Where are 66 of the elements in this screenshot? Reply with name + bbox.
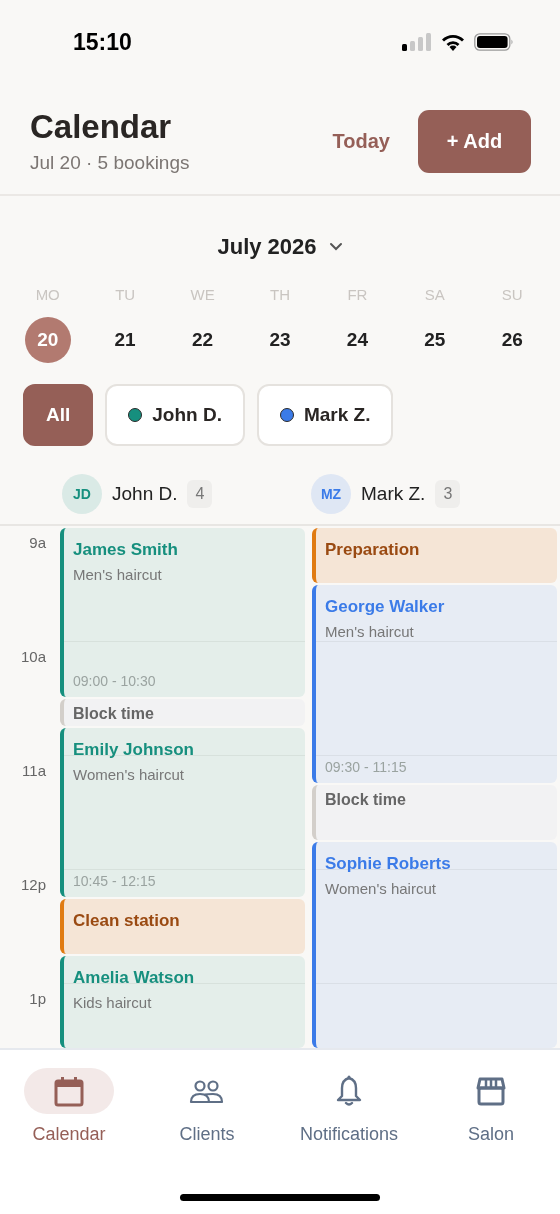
date-button[interactable]: 20 — [24, 317, 71, 363]
client-name: Sophie Roberts — [325, 853, 452, 874]
date-button[interactable]: 24 — [334, 317, 381, 363]
calendar-event[interactable]: George Walker Men's haircut 09:30 - 11:15 — [312, 585, 557, 783]
service-name: Men's haircut — [73, 566, 163, 583]
calendar-event[interactable]: Clean station — [60, 898, 305, 954]
signal-icon — [402, 33, 432, 51]
store-icon — [475, 1076, 507, 1106]
date-button[interactable]: 25 — [411, 317, 458, 363]
chip-label: John D. — [152, 404, 222, 426]
staff-avatar: MZ — [311, 474, 351, 514]
client-name: Amelia Watson — [73, 967, 196, 988]
tab[interactable]: Notifications — [299, 1068, 398, 1145]
month-picker[interactable]: July 2026 — [213, 230, 347, 264]
calendar-event[interactable]: Block time — [312, 784, 557, 840]
staff-filter-chip[interactable]: Mark Z. — [256, 384, 394, 446]
battery-icon — [474, 33, 514, 51]
hour-label: 1p — [29, 990, 46, 1007]
tab[interactable]: Clients — [161, 1068, 252, 1145]
today-button[interactable]: Today — [320, 119, 402, 163]
client-name: James Smith — [73, 540, 179, 560]
staff-name: Mark Z. — [361, 483, 426, 505]
chip-label: Mark Z. — [303, 404, 371, 426]
date-button[interactable]: 26 — [489, 317, 536, 363]
page-subtitle: Jul 20 · 5 bookings — [30, 152, 191, 174]
date-button[interactable]: 22 — [179, 317, 226, 363]
calendar-icon — [52, 1074, 86, 1108]
add-button[interactable]: + Add — [418, 109, 531, 173]
service-name: Men's haircut — [325, 623, 415, 640]
service-name: Women's haircut — [73, 765, 185, 783]
staff-name: John D. — [112, 483, 178, 505]
status-time: 15:10 — [73, 28, 132, 56]
wifi-icon — [441, 33, 465, 51]
calendar-event[interactable]: Block time — [60, 699, 305, 726]
event-title: Clean station — [73, 910, 181, 931]
staff-filter-chip[interactable]: All — [23, 384, 94, 446]
service-name: Kids haircut — [73, 993, 153, 1011]
event-time: 09:00 - 10:30 — [73, 673, 157, 689]
staff-filter-chip[interactable]: John D. — [105, 384, 245, 446]
service-name: Women's haircut — [325, 879, 437, 897]
hour-label: 11a — [22, 762, 46, 779]
chip-label: All — [46, 404, 71, 426]
page-title: Calendar — [30, 108, 173, 146]
date-button[interactable]: 23 — [257, 317, 303, 363]
client-name: George Walker — [325, 597, 446, 617]
date-button[interactable]: 21 — [102, 317, 149, 363]
event-time: 10:45 - 12:15 — [73, 872, 157, 889]
hour-label: 12p — [20, 876, 46, 893]
event-time: 09:30 - 11:15 — [325, 758, 408, 775]
chevron-down-icon — [328, 242, 343, 252]
staff-avatar: JD — [62, 474, 102, 514]
booking-count: 4 — [187, 480, 213, 508]
hour-label: 9a — [29, 534, 46, 551]
hour-label: 10a — [20, 648, 46, 665]
event-title: Block time — [325, 790, 407, 809]
calendar-event[interactable]: Preparation — [312, 528, 557, 583]
booking-count: 3 — [435, 480, 461, 508]
event-title: Block time — [73, 705, 155, 723]
calendar-event[interactable]: Amelia Watson Kids haircut — [60, 955, 305, 1048]
calendar-event[interactable]: Sophie Roberts Women's haircut — [312, 841, 557, 1048]
event-title: Preparation — [325, 540, 421, 560]
bell-icon — [334, 1075, 363, 1107]
client-name: Emily Johnson — [73, 739, 195, 760]
tab[interactable]: Salon — [446, 1068, 536, 1145]
calendar-event[interactable]: Emily Johnson Women's haircut 10:45 - 12:15 — [60, 727, 305, 897]
calendar-event[interactable]: James Smith Men's haircut 09:00 - 10:30 — [60, 528, 305, 697]
